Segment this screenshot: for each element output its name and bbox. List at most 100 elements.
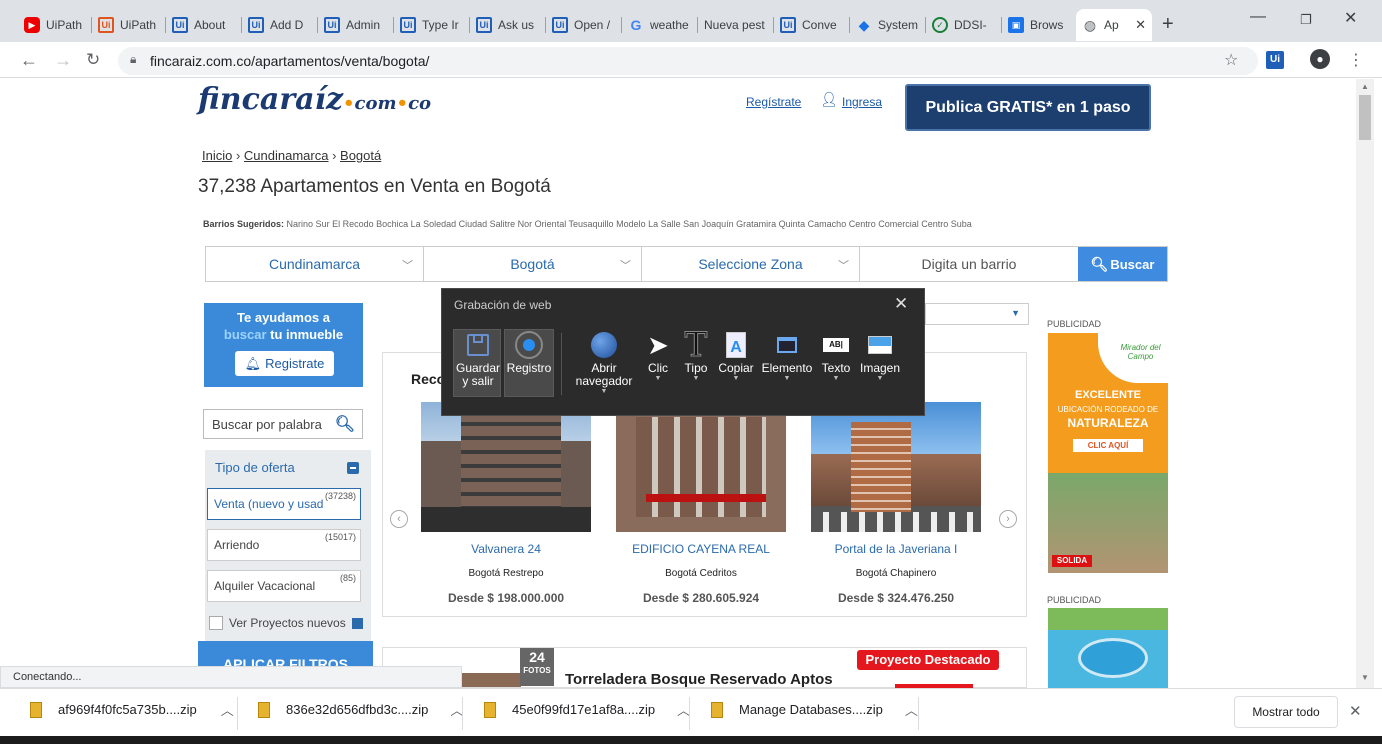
menu-kebab-icon[interactable]: ⋮: [1348, 50, 1364, 70]
tab-5[interactable]: Ui Type Ir: [394, 9, 470, 41]
download-item[interactable]: 45e0f99fd17e1af8a....zip ︿: [484, 700, 690, 719]
ad-cta[interactable]: CLIC AQUÍ: [1073, 439, 1143, 452]
profile-icon[interactable]: ●: [1310, 49, 1330, 69]
tab-4[interactable]: Ui Admin: [318, 9, 394, 41]
dropdown-arrow-icon[interactable]: ▼: [601, 388, 608, 396]
image-tool[interactable]: Imagen ▼: [857, 328, 903, 383]
offer-header[interactable]: Tipo de oferta: [215, 460, 295, 475]
project-card[interactable]: Portal de la Javeriana I Bogotá Chapiner…: [811, 402, 981, 605]
dropdown-arrow-icon[interactable]: ▼: [877, 375, 884, 383]
tab-label: Admin: [346, 18, 381, 32]
forward-icon[interactable]: →: [54, 50, 72, 71]
keyword-search-input[interactable]: Buscar por palabra 🔍︎: [203, 409, 363, 439]
uipath-extension-icon[interactable]: Ui: [1266, 51, 1284, 69]
tab-2[interactable]: Ui About: [166, 9, 242, 41]
show-all-downloads-button[interactable]: Mostrar todo: [1234, 696, 1338, 728]
zone-select[interactable]: Seleccione Zona ﹀: [642, 247, 860, 281]
close-tab-icon[interactable]: ✕: [1135, 17, 1146, 33]
window-close-icon[interactable]: ✕: [1344, 8, 1357, 28]
photo-count-badge: 24 FOTOS: [520, 648, 554, 686]
project-photo[interactable]: [811, 402, 981, 532]
search-button[interactable]: 🔍︎ Buscar: [1078, 247, 1167, 281]
scroll-up-icon[interactable]: ▲: [1361, 82, 1369, 91]
new-tab-icon[interactable]: +: [1162, 13, 1174, 36]
tab-8[interactable]: Gweathe: [622, 9, 698, 41]
tab-12[interactable]: ✓ DDSI-: [926, 9, 1002, 41]
city-select[interactable]: Bogotá ﹀: [424, 247, 642, 281]
publish-button[interactable]: Publica GRATIS* en 1 paso: [905, 84, 1151, 131]
chevron-up-icon[interactable]: ︿: [905, 700, 918, 719]
listing-title[interactable]: Torreladera Bosque Reservado Aptos: [565, 671, 833, 688]
dropdown-arrow-icon[interactable]: ▼: [693, 375, 700, 383]
project-card[interactable]: Valvanera 24 Bogotá Restrepo Desde $ 198…: [421, 402, 591, 605]
tab-9[interactable]: Nueva pest: [698, 9, 774, 41]
breadcrumb-inicio[interactable]: Inicio: [202, 148, 232, 163]
barrios-list[interactable]: Narino Sur El Recodo Bochica La Soledad …: [287, 219, 972, 229]
project-photo[interactable]: [616, 402, 786, 532]
minimize-icon[interactable]: —: [1250, 8, 1266, 26]
ad-banner[interactable]: Mirador del Campo EXCELENTE UBICACIÓN RO…: [1048, 333, 1168, 573]
tab-11[interactable]: ◆ System: [850, 9, 926, 41]
download-item[interactable]: 836e32d656dfbd3c....zip ︿: [258, 700, 463, 719]
type-tool[interactable]: T Tipo ▼: [681, 327, 711, 383]
registrate-button[interactable]: 🔔︎ Registrate: [235, 351, 334, 376]
sort-select[interactable]: ▼: [925, 303, 1029, 325]
tab-7[interactable]: Ui Open /: [546, 9, 622, 41]
dropdown-arrow-icon[interactable]: ▼: [733, 375, 740, 383]
tab-label: Conve: [802, 18, 837, 32]
projects-checkbox-row[interactable]: Ver Proyectos nuevos: [209, 616, 363, 630]
back-icon[interactable]: ←: [20, 50, 38, 71]
chevron-up-icon[interactable]: ︿: [221, 700, 234, 719]
star-icon[interactable]: ☆: [1224, 50, 1238, 70]
recorder-close-icon[interactable]: ✕: [894, 294, 908, 314]
restore-icon[interactable]: ❐: [1300, 12, 1312, 28]
copy-tool[interactable]: A Copiar ▼: [716, 328, 756, 383]
tab-3[interactable]: Ui Add D: [242, 9, 318, 41]
project-name[interactable]: Valvanera 24: [421, 542, 591, 556]
department-select[interactable]: Cundinamarca ﹀: [206, 247, 424, 281]
tab-13[interactable]: ▣ Brows: [1002, 9, 1076, 41]
project-name[interactable]: EDIFICIO CAYENA REAL: [616, 542, 786, 556]
tab-1[interactable]: Ui UiPath: [92, 9, 166, 41]
site-logo[interactable]: fincaraíz•com•co: [198, 82, 431, 117]
dropdown-arrow-icon[interactable]: ▼: [833, 375, 840, 383]
neighborhood-input[interactable]: Digita un barrio: [860, 247, 1078, 281]
close-download-bar-icon[interactable]: ✕: [1349, 702, 1362, 720]
open-browser-tool[interactable]: Abrir navegador ▼: [570, 328, 638, 396]
scroll-down-icon[interactable]: ▼: [1361, 673, 1369, 682]
carousel-prev-icon[interactable]: ‹: [390, 510, 408, 528]
offer-alquiler[interactable]: Alquiler Vacacional (85): [207, 570, 361, 602]
ad-banner-2[interactable]: [1048, 608, 1168, 688]
breadcrumb-bogota[interactable]: Bogotá: [340, 148, 381, 163]
project-name[interactable]: Portal de la Javeriana I: [811, 542, 981, 556]
scrollbar-thumb[interactable]: [1359, 95, 1371, 140]
projects-checkbox[interactable]: [209, 616, 223, 630]
address-bar[interactable]: 🔒︎ fincaraiz.com.co/apartamentos/venta/b…: [118, 47, 1258, 75]
project-photo[interactable]: [421, 402, 591, 532]
tab-active[interactable]: ◍ Ap ✕: [1076, 9, 1152, 41]
search-icon[interactable]: 🔍︎: [335, 414, 355, 434]
carousel-next-icon[interactable]: ›: [999, 510, 1017, 528]
download-item[interactable]: Manage Databases....zip ︿: [711, 700, 918, 719]
breadcrumb-cundinamarca[interactable]: Cundinamarca: [244, 148, 329, 163]
click-tool[interactable]: ➤ Clic ▼: [644, 328, 672, 383]
download-item[interactable]: af969f4f0fc5a735b....zip ︿: [30, 700, 234, 719]
dropdown-arrow-icon[interactable]: ▼: [655, 375, 662, 383]
element-tool[interactable]: Elemento ▼: [760, 328, 814, 383]
tab-6[interactable]: Ui Ask us: [470, 9, 546, 41]
reload-icon[interactable]: ↻: [86, 50, 100, 70]
offer-venta[interactable]: Venta (nuevo y usad (37238): [207, 488, 361, 520]
login-link[interactable]: Ingresa: [842, 95, 882, 109]
collapse-icon[interactable]: [347, 462, 359, 474]
vertical-scrollbar[interactable]: [1356, 79, 1374, 688]
tab-10[interactable]: Ui Conve: [774, 9, 850, 41]
tab-0[interactable]: ▶ UiPath: [18, 9, 92, 41]
tool-label: Elemento: [761, 361, 813, 375]
tool-label: Tipo: [684, 361, 708, 375]
text-tool[interactable]: AB| Texto ▼: [818, 328, 854, 383]
offer-arriendo[interactable]: Arriendo (15017): [207, 529, 361, 561]
project-card[interactable]: EDIFICIO CAYENA REAL Bogotá Cedritos Des…: [616, 402, 786, 605]
register-link[interactable]: Regístrate: [746, 95, 801, 109]
dropdown-arrow-icon[interactable]: ▼: [784, 375, 791, 383]
download-filename: Manage Databases....zip: [739, 702, 883, 717]
